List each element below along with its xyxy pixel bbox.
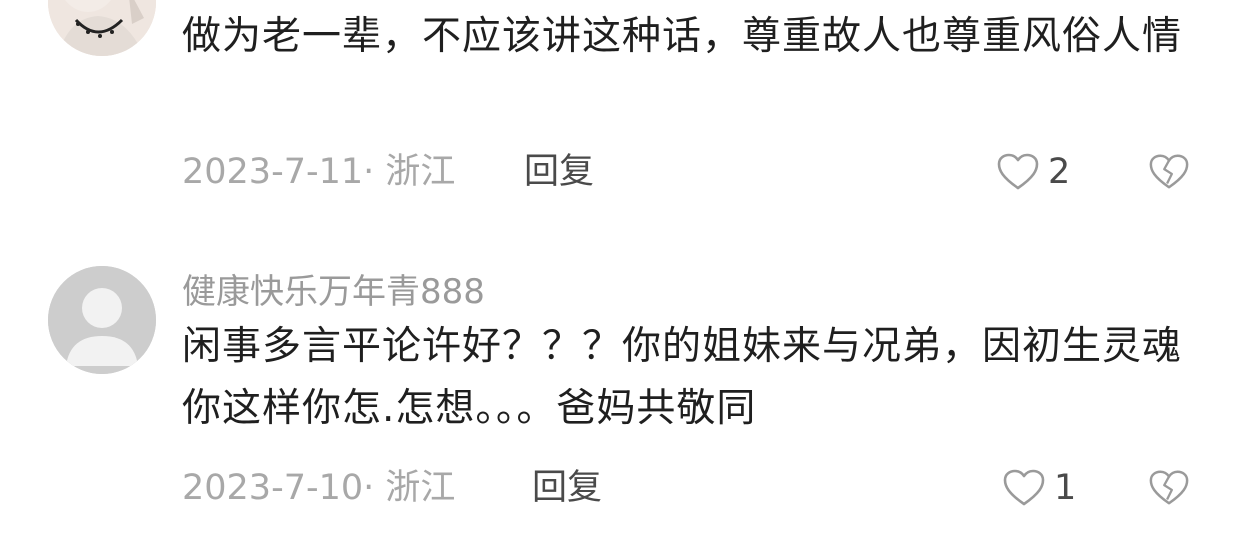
avatar[interactable]	[48, 266, 156, 374]
comment-item: 健康快乐万年青888 闲事多言平论许好？？？你的姐妹来与况弟，因初生灵魂你这样你…	[0, 266, 1242, 526]
heart-outline-icon	[1003, 469, 1045, 506]
reply-button[interactable]: 回复	[532, 466, 602, 510]
like-button[interactable]: 1	[1002, 466, 1076, 510]
like-button[interactable]: 2	[996, 150, 1070, 194]
dislike-button[interactable]	[1148, 468, 1190, 508]
avatar-photo	[48, 0, 156, 56]
comment-item: 做为老一辈，不应该讲这种话，尊重故人也尊重风俗人情 2023-7-11· 浙江 …	[0, 0, 1242, 208]
comment-date-location: 2023-7-11· 浙江	[182, 152, 456, 192]
like-count: 1	[1054, 468, 1077, 508]
dislike-button[interactable]	[1148, 152, 1190, 192]
like-count: 2	[1048, 152, 1071, 192]
comment-text: 闲事多言平论许好？？？你的姐妹来与况弟，因初生灵魂你这样你怎.怎想。。。爸妈共敬…	[182, 324, 1183, 431]
comment-date-location: 2023-7-10· 浙江	[182, 468, 456, 508]
comment-username[interactable]: 健康快乐万年青888	[182, 270, 485, 314]
comment-text: 做为老一辈，不应该讲这种话，尊重故人也尊重风俗人情	[182, 14, 1183, 59]
heart-outline-icon	[997, 153, 1039, 190]
avatar[interactable]	[48, 0, 156, 56]
broken-heart-icon	[1149, 154, 1189, 189]
reply-button[interactable]: 回复	[524, 150, 594, 194]
default-avatar-icon	[48, 266, 156, 374]
broken-heart-icon	[1149, 470, 1189, 505]
